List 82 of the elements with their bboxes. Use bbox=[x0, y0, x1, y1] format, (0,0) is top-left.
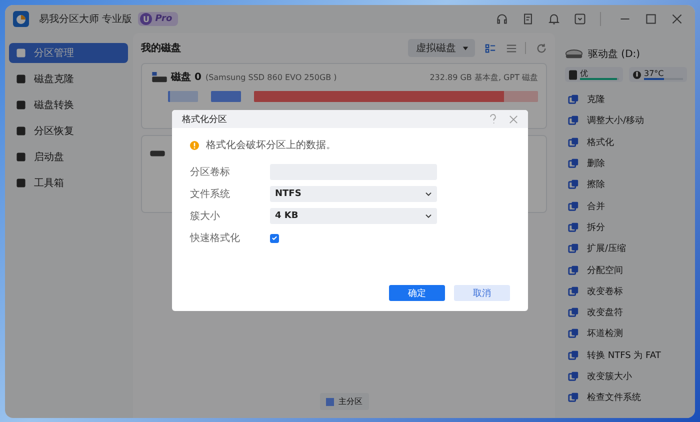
action-item[interactable]: 克隆 bbox=[565, 90, 687, 110]
squares-icon bbox=[568, 392, 579, 404]
action-item[interactable]: 调整大小/移动 bbox=[565, 111, 687, 131]
squares-icon bbox=[568, 328, 579, 340]
squares-icon bbox=[568, 222, 579, 233]
action-item[interactable]: 格式化 bbox=[565, 132, 687, 152]
select-field[interactable]: NTFS bbox=[270, 186, 437, 202]
squares-icon bbox=[568, 286, 579, 297]
health-label: 优 bbox=[580, 69, 589, 78]
sidebar-item[interactable]: 分区管理 bbox=[9, 43, 128, 63]
help-icon[interactable] bbox=[489, 114, 497, 124]
note-icon[interactable] bbox=[522, 13, 534, 25]
action-item[interactable]: 分配空间 bbox=[565, 260, 687, 280]
disk-icon bbox=[152, 72, 167, 82]
refresh-icon[interactable] bbox=[536, 42, 547, 54]
legend-label: 主分区 bbox=[338, 396, 362, 407]
action-item[interactable]: 拆分 bbox=[565, 218, 687, 238]
field-label: 分区卷标 bbox=[190, 166, 231, 179]
cancel-button[interactable]: 取消 bbox=[454, 285, 510, 301]
logo-icon bbox=[13, 11, 29, 27]
checkbox[interactable] bbox=[270, 234, 279, 242]
maximize-icon[interactable] bbox=[645, 13, 657, 25]
virtual-disk-dropdown[interactable]: 虚拟磁盘 bbox=[408, 39, 475, 57]
window-title: 易我分区大师 专业版 bbox=[39, 12, 132, 26]
close-icon[interactable] bbox=[671, 13, 683, 25]
drive-name: 驱动盘 (D:) bbox=[588, 48, 640, 61]
squares-icon bbox=[568, 136, 579, 148]
dialog-title: 格式化分区 bbox=[182, 114, 227, 126]
squares-icon bbox=[568, 371, 579, 382]
sidebar-item[interactable]: 工具箱 bbox=[9, 173, 128, 193]
action-item[interactable]: 改变卷标 bbox=[565, 282, 687, 301]
pro-badge: U Pro bbox=[138, 12, 178, 26]
warning-text: 格式化会破坏分区上的数据。 bbox=[206, 138, 336, 152]
action-item[interactable]: 删除 bbox=[565, 154, 687, 174]
temperature-label: 37°C bbox=[644, 69, 665, 78]
sidebar-item-icon bbox=[15, 99, 27, 111]
sidebar-item-icon bbox=[15, 177, 27, 189]
grid-view-icon[interactable] bbox=[485, 42, 496, 54]
bell-icon[interactable] bbox=[548, 13, 560, 25]
field-label: 快速格式化 bbox=[190, 232, 241, 245]
warning-icon bbox=[190, 140, 199, 150]
squares-icon bbox=[568, 307, 579, 318]
select-field[interactable]: 4 KB bbox=[270, 208, 437, 224]
download-box-icon[interactable] bbox=[574, 13, 586, 25]
disk-name: 磁盘 0 bbox=[171, 70, 202, 84]
section-heading: 我的磁盘 bbox=[141, 42, 181, 55]
sidebar-item-icon bbox=[15, 47, 27, 59]
disk-model: (Samsung SSD 860 EVO 250GB ) bbox=[205, 72, 337, 82]
action-item[interactable]: 扩展/压缩 bbox=[565, 239, 687, 258]
headset-icon[interactable] bbox=[496, 13, 508, 25]
confirm-button[interactable]: 确定 bbox=[389, 285, 445, 301]
sidebar-item[interactable]: 磁盘克隆 bbox=[9, 69, 128, 89]
sidebar-item[interactable]: 磁盘转换 bbox=[9, 95, 128, 115]
action-item[interactable]: 改变簇大小 bbox=[565, 366, 687, 386]
squares-icon bbox=[568, 158, 579, 170]
sidebar-item[interactable]: 启动盘 bbox=[9, 147, 128, 167]
action-item[interactable]: 检查文件系统 bbox=[565, 388, 687, 408]
sidebar-item[interactable]: 分区恢复 bbox=[9, 121, 128, 141]
close-icon[interactable] bbox=[509, 114, 518, 124]
drive-icon bbox=[565, 48, 583, 60]
action-item[interactable]: 合并 bbox=[565, 196, 687, 216]
disk-info: 232.89 GB 基本盘, GPT 磁盘 bbox=[430, 72, 538, 82]
field-label: 簇大小 bbox=[190, 210, 221, 223]
squares-icon bbox=[568, 243, 579, 254]
field-label: 文件系统 bbox=[190, 188, 231, 201]
sidebar-item-icon bbox=[15, 73, 27, 85]
action-item[interactable]: 擦除 bbox=[565, 175, 687, 194]
action-item[interactable]: 改变盘符 bbox=[565, 302, 687, 322]
squares-icon bbox=[568, 94, 579, 106]
list-view-icon[interactable] bbox=[506, 42, 517, 54]
squares-icon bbox=[568, 179, 579, 190]
squares-icon bbox=[568, 200, 579, 212]
sidebar-item-icon bbox=[15, 125, 27, 137]
action-item[interactable]: 坏道检测 bbox=[565, 324, 687, 344]
action-item[interactable]: 转换 NTFS 为 FAT bbox=[565, 346, 687, 365]
caret-icon bbox=[462, 44, 469, 52]
chevron-down-icon bbox=[425, 192, 432, 196]
squares-icon bbox=[568, 115, 579, 126]
sidebar-item-icon bbox=[15, 151, 27, 163]
chevron-down-icon bbox=[425, 214, 432, 218]
squares-icon bbox=[568, 350, 579, 361]
squares-icon bbox=[568, 264, 579, 276]
